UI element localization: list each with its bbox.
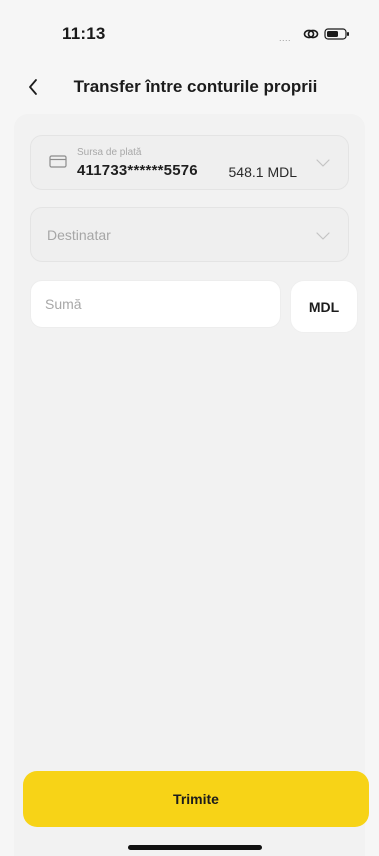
- page-title: Transfer între conturile proprii: [73, 77, 318, 96]
- destination-select[interactable]: Destinatar: [30, 207, 349, 262]
- home-indicator: [128, 845, 262, 850]
- currency-button[interactable]: MDL: [290, 280, 358, 333]
- source-balance: 548.1 MDL: [228, 164, 297, 180]
- status-time: 11:13: [62, 24, 106, 43]
- chevron-down-icon: [316, 232, 330, 240]
- credit-card-icon: [49, 155, 67, 168]
- destination-placeholder: Destinatar: [47, 227, 111, 243]
- status-bar: 11:13 ....: [0, 0, 379, 56]
- amount-field[interactable]: [30, 280, 281, 328]
- battery-icon: [324, 28, 349, 40]
- transfer-form: Sursa de plată 411733******5576 548.1 MD…: [14, 114, 365, 856]
- link-icon: [303, 29, 319, 39]
- transfer-screen: 11:13 .... Transfer între conturile prop…: [0, 0, 379, 856]
- source-card-number: 411733******5576: [77, 162, 198, 179]
- submit-button[interactable]: Trimite: [23, 771, 369, 827]
- source-label: Sursa de plată: [77, 147, 142, 158]
- signal-dots: ....: [279, 33, 292, 43]
- chevron-down-icon: [316, 159, 330, 167]
- nav-header: Transfer între conturile proprii: [0, 68, 379, 108]
- source-account-select[interactable]: Sursa de plată 411733******5576 548.1 MD…: [30, 135, 349, 190]
- amount-input[interactable]: [31, 281, 280, 327]
